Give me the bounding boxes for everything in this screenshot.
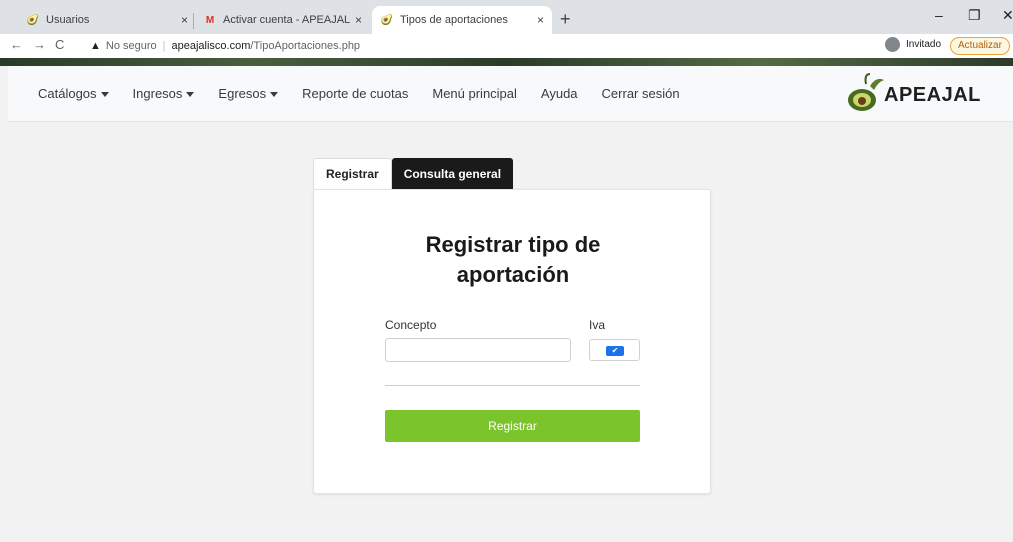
checkmark-icon: ✔: [606, 346, 624, 356]
back-icon[interactable]: ←: [10, 37, 23, 52]
url-path: /TipoAportaciones.php: [250, 40, 361, 52]
nav-cerrar-sesion[interactable]: Cerrar sesión: [602, 86, 680, 101]
form-divider: [385, 385, 640, 386]
close-tab-icon[interactable]: ×: [537, 13, 544, 27]
caret-down-icon: [270, 92, 279, 98]
url-host: apeajalisco.com: [171, 40, 251, 52]
close-tab-icon[interactable]: ×: [181, 13, 188, 27]
update-button[interactable]: Actualizar: [950, 37, 1010, 55]
forward-icon[interactable]: →: [33, 37, 46, 52]
close-window-icon[interactable]: ✕: [1002, 7, 1013, 24]
iva-label: Iva: [589, 318, 606, 332]
header-banner: [0, 58, 1013, 66]
new-tab-button[interactable]: +: [560, 9, 571, 30]
nav-reporte-cuotas[interactable]: Reporte de cuotas: [302, 86, 408, 101]
logo-text: APEAJAL: [884, 84, 981, 106]
apeajal-favicon-icon: 🥑: [26, 14, 40, 26]
nav-egresos[interactable]: Egresos: [218, 86, 279, 101]
caret-down-icon: [186, 92, 195, 98]
nav-ingresos[interactable]: Ingresos: [133, 86, 195, 101]
browser-tab-usuarios[interactable]: 🥑 Usuarios ×: [18, 6, 196, 34]
tab-title: Activar cuenta - APEAJAL - annet: [223, 14, 353, 26]
gmail-icon: M: [205, 14, 215, 26]
profile-label: Invitado: [906, 39, 942, 50]
register-form-card: Registrar tipo de aportación Concepto Iv…: [313, 189, 711, 494]
registrar-button[interactable]: Registrar: [385, 410, 640, 442]
nav-ayuda[interactable]: Ayuda: [541, 86, 578, 101]
apeajal-logo[interactable]: APEAJAL: [840, 72, 990, 116]
close-tab-icon[interactable]: ×: [355, 13, 362, 27]
tab-separator: [193, 13, 194, 29]
concepto-input[interactable]: [385, 338, 571, 362]
profile-avatar-icon: [885, 37, 900, 52]
tab-consulta-general[interactable]: Consulta general: [391, 158, 514, 189]
avocado-logo-icon: [848, 73, 884, 111]
tab-registrar[interactable]: Registrar: [313, 158, 392, 189]
nav-menu-principal[interactable]: Menú principal: [432, 86, 517, 101]
iva-checkbox[interactable]: ✔: [589, 339, 640, 361]
profile-button[interactable]: Invitado: [885, 37, 941, 52]
tab-title: Usuarios: [46, 14, 90, 26]
apeajal-favicon-icon: 🥑: [380, 14, 394, 26]
form-title: Registrar tipo de aportación: [425, 232, 601, 287]
browser-tab-tipos-aportaciones[interactable]: 🥑 Tipos de aportaciones ×: [372, 6, 552, 34]
navbar-menu: Catálogos Ingresos Egresos Reporte de cu…: [38, 86, 704, 101]
browser-tab-activar-cuenta[interactable]: M Activar cuenta - APEAJAL - annet ×: [195, 6, 370, 34]
tab-title: Tipos de aportaciones: [400, 14, 508, 26]
minimize-icon[interactable]: –: [935, 7, 943, 23]
browser-tab-bar: 🥑 Usuarios × M Activar cuenta - APEAJAL …: [0, 0, 1013, 34]
url-divider: |: [162, 40, 166, 52]
concepto-label: Concepto: [385, 318, 437, 332]
caret-down-icon: [100, 92, 109, 98]
restore-icon[interactable]: ❐: [968, 7, 981, 24]
form-tabs: Registrar Consulta general: [313, 158, 514, 189]
reload-icon[interactable]: C: [55, 37, 64, 52]
warning-icon[interactable]: ▲: [90, 40, 101, 52]
address-bar: ← → C ▲ No seguro | apeajalisco.com /Tip…: [0, 34, 1013, 58]
nav-catalogos[interactable]: Catálogos: [38, 86, 109, 101]
security-label: No seguro: [105, 40, 157, 52]
url-field[interactable]: ▲ No seguro | apeajalisco.com /TipoAport…: [90, 36, 870, 56]
site-navbar: Catálogos Ingresos Egresos Reporte de cu…: [8, 66, 1013, 122]
